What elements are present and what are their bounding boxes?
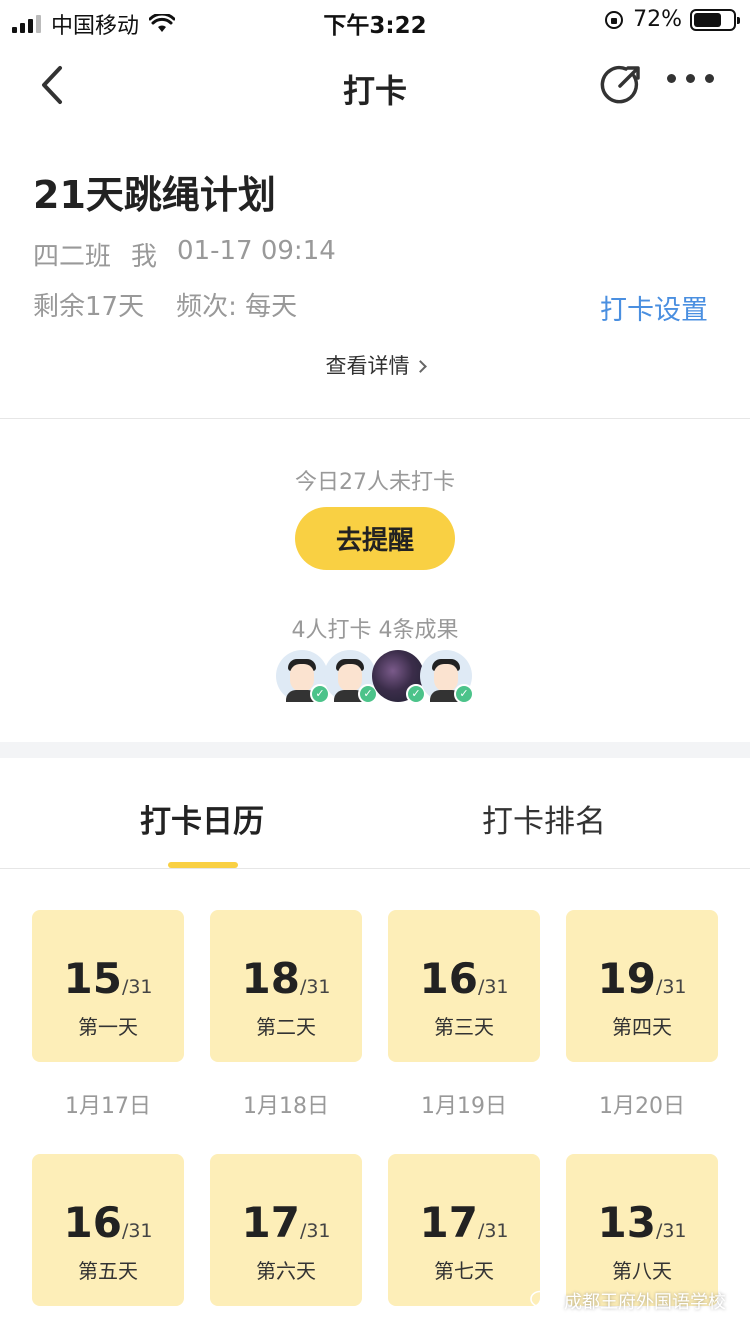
unchecked-count: 今日27人未打卡: [295, 470, 455, 495]
calendar-day[interactable]: 18/31 第二天 1月18日: [210, 910, 362, 1120]
calendar-day-card[interactable]: 16/31 第五天: [32, 1154, 184, 1306]
checkin-settings-link[interactable]: 打卡设置: [600, 288, 708, 327]
calendar-day[interactable]: 15/31 第一天 1月17日: [32, 910, 184, 1120]
remind-button[interactable]: 去提醒: [295, 507, 455, 570]
plan-meta: 四二班 我 01-17 09:14: [33, 236, 336, 273]
checkin-total: /31: [121, 976, 153, 998]
calendar-day[interactable]: 16/31 第三天 1月19日: [388, 910, 540, 1120]
day-label: 第八天: [612, 1259, 672, 1283]
avatar[interactable]: ✓: [276, 650, 330, 704]
plan-creator: 我: [131, 242, 158, 272]
plan-title: 21天跳绳计划: [33, 173, 276, 217]
watermark-text: 成都王府外国语学校: [564, 1292, 726, 1313]
checkin-count: 13: [597, 1198, 656, 1247]
checkin-total: /31: [655, 976, 687, 998]
check-icon: ✓: [454, 684, 474, 704]
calendar-day-card[interactable]: 17/31 第七天: [388, 1154, 540, 1306]
calendar-day-card[interactable]: 15/31 第一天: [32, 910, 184, 1062]
divider: [0, 418, 750, 419]
checkin-count: 17: [241, 1198, 300, 1247]
checkin-count: 17: [419, 1198, 478, 1247]
plan-class: 四二班: [33, 242, 112, 272]
share-icon[interactable]: [598, 62, 644, 108]
plan-created-at: 01-17 09:14: [177, 236, 336, 266]
view-detail-link[interactable]: 查看详情: [0, 350, 750, 380]
day-date: 1月18日: [243, 1094, 329, 1119]
checkin-total: /31: [299, 976, 331, 998]
plan-frequency: 频次: 每天: [176, 292, 298, 322]
avatar[interactable]: ✓: [324, 650, 378, 704]
tab-checkin-ranking[interactable]: 打卡排名: [482, 796, 606, 841]
calendar-day-card[interactable]: 19/31 第四天: [566, 910, 718, 1062]
checkin-summary: 4人打卡 4条成果: [291, 618, 459, 643]
orientation-lock-icon: [605, 10, 624, 29]
checkin-total: /31: [121, 1220, 153, 1242]
avatar-list[interactable]: ✓ ✓ ✓ ✓: [276, 650, 474, 704]
checkin-count: 15: [63, 954, 122, 1003]
calendar-day-card[interactable]: 13/31 第八天: [566, 1154, 718, 1306]
checkin-count: 18: [241, 954, 300, 1003]
avatar[interactable]: ✓: [420, 650, 474, 704]
plan-remaining: 剩余17天: [33, 292, 145, 322]
checkin-count: 16: [419, 954, 478, 1003]
calendar-day-card[interactable]: 18/31 第二天: [210, 910, 362, 1062]
checkin-count: 19: [597, 954, 656, 1003]
checkin-total: /31: [299, 1220, 331, 1242]
day-label: 第六天: [256, 1259, 316, 1283]
battery-percent: 72%: [633, 7, 682, 32]
divider: [0, 868, 750, 869]
day-label: 第五天: [78, 1259, 138, 1283]
calendar-day[interactable]: 19/31 第四天 1月20日: [566, 910, 718, 1120]
day-date: 1月19日: [421, 1094, 507, 1119]
calendar-day[interactable]: 13/31 第八天: [566, 1154, 718, 1306]
checkin-total: /31: [655, 1220, 687, 1242]
calendar-day-card[interactable]: 16/31 第三天: [388, 910, 540, 1062]
wechat-icon: [530, 1290, 556, 1311]
section-divider: [0, 742, 750, 758]
calendar-day[interactable]: 16/31 第五天: [32, 1154, 184, 1306]
calendar-day[interactable]: 17/31 第七天: [388, 1154, 540, 1306]
chevron-right-icon: [413, 360, 427, 373]
tab-checkin-calendar[interactable]: 打卡日历: [140, 796, 264, 841]
checkin-total: /31: [477, 1220, 509, 1242]
checkin-count: 16: [63, 1198, 122, 1247]
day-label: 第四天: [612, 1015, 672, 1039]
nav-bar: 打卡: [0, 42, 750, 130]
more-icon[interactable]: [667, 74, 714, 83]
day-label: 第二天: [256, 1015, 316, 1039]
avatar[interactable]: ✓: [372, 650, 426, 704]
day-label: 第七天: [434, 1259, 494, 1283]
day-date: 1月17日: [65, 1094, 151, 1119]
battery-icon: [690, 8, 740, 31]
calendar-day-card[interactable]: 17/31 第六天: [210, 1154, 362, 1306]
plan-schedule: 剩余17天 频次: 每天: [33, 286, 297, 323]
watermark: 成都王府外国语学校: [530, 1288, 726, 1314]
status-right: 72%: [603, 7, 740, 32]
day-label: 第三天: [434, 1015, 494, 1039]
calendar-day[interactable]: 17/31 第六天: [210, 1154, 362, 1306]
checkin-total: /31: [477, 976, 509, 998]
view-detail-label: 查看详情: [325, 354, 410, 378]
status-bar: 中国移动 下午3:22 72%: [0, 0, 750, 42]
day-date: 1月20日: [599, 1094, 685, 1119]
day-label: 第一天: [78, 1015, 138, 1039]
